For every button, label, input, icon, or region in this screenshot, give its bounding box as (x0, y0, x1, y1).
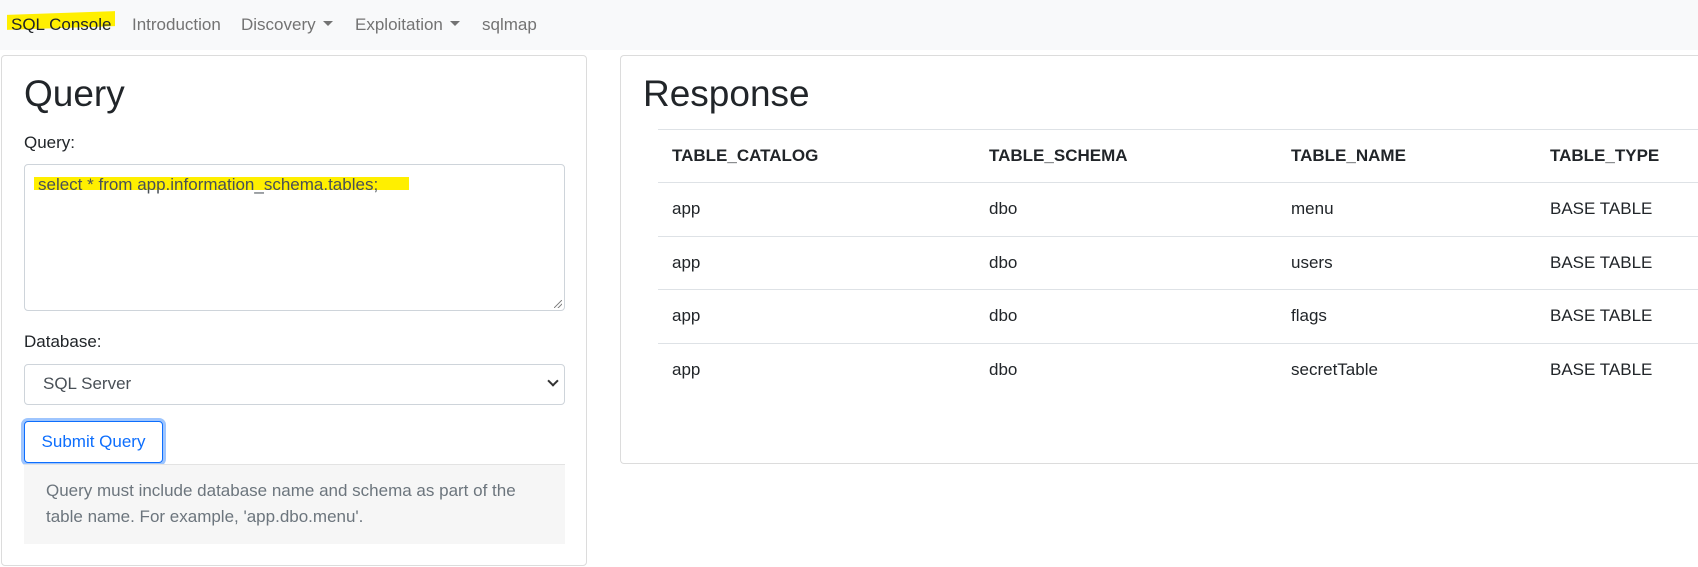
nav-dropdown-discovery-label: Discovery (241, 15, 316, 34)
table-row: app dbo flags BASE TABLE (658, 289, 1698, 343)
table-cell: BASE TABLE (1536, 235, 1698, 290)
table-cell: app (658, 235, 975, 290)
response-title: Response (643, 73, 810, 114)
table-cell: BASE TABLE (1536, 342, 1698, 397)
table-cell: app (658, 342, 975, 397)
caret-down-icon (449, 21, 460, 26)
table-cell: dbo (975, 235, 1277, 290)
chevron-down-icon (547, 375, 559, 387)
table-cell: dbo (975, 289, 1277, 343)
column-header: TABLE_NAME (1277, 129, 1536, 183)
caret-down-icon (322, 21, 333, 26)
resize-grip-icon[interactable] (554, 300, 562, 308)
database-select[interactable]: SQL Server (24, 364, 565, 405)
response-table: TABLE_CATALOG TABLE_SCHEMA TABLE_NAME TA… (658, 129, 1698, 397)
nav-link-sqlmap[interactable]: sqlmap (482, 15, 537, 35)
query-label: Query: (24, 133, 76, 152)
query-title: Query (24, 73, 125, 114)
table-cell: flags (1277, 289, 1536, 343)
column-header: TABLE_CATALOG (658, 129, 975, 183)
response-card: Response TABLE_CATALOG TABLE_SCHEMA TABL… (620, 55, 1698, 464)
table-cell: dbo (975, 182, 1277, 236)
database-label: Database: (24, 332, 102, 351)
database-select-value: SQL Server (43, 374, 132, 393)
table-header-row: TABLE_CATALOG TABLE_SCHEMA TABLE_NAME TA… (658, 129, 1698, 183)
submit-query-button[interactable]: Submit Query (24, 421, 163, 463)
table-row: app dbo secretTable BASE TABLE (658, 342, 1698, 397)
table-cell: dbo (975, 342, 1277, 397)
navbar-brand[interactable]: SQL Console (7, 11, 115, 35)
table-cell: BASE TABLE (1536, 289, 1698, 343)
top-navbar: SQL Console Introduction Discovery Explo… (0, 0, 1698, 50)
query-text: select * from app.information_schema.tab… (38, 175, 379, 194)
nav-link-introduction[interactable]: Introduction (132, 15, 221, 35)
table-cell: secretTable (1277, 342, 1536, 397)
query-textarea[interactable]: select * from app.information_schema.tab… (24, 164, 565, 311)
query-card: Query Query: select * from app.informati… (1, 55, 587, 566)
column-header: TABLE_SCHEMA (975, 129, 1277, 183)
help-text: Query must include database name and sch… (24, 464, 565, 544)
table-cell: menu (1277, 182, 1536, 236)
nav-dropdown-exploitation-label: Exploitation (355, 15, 443, 34)
table-cell: app (658, 289, 975, 343)
table-cell: BASE TABLE (1536, 182, 1698, 236)
table-row: app dbo menu BASE TABLE (658, 182, 1698, 236)
table-cell: app (658, 182, 975, 236)
table-cell: users (1277, 235, 1536, 290)
nav-dropdown-exploitation[interactable]: Exploitation (355, 15, 460, 35)
nav-dropdown-discovery[interactable]: Discovery (241, 15, 333, 35)
column-header: TABLE_TYPE (1536, 129, 1698, 183)
table-row: app dbo users BASE TABLE (658, 235, 1698, 290)
navbar-brand-label: SQL Console (11, 15, 112, 34)
